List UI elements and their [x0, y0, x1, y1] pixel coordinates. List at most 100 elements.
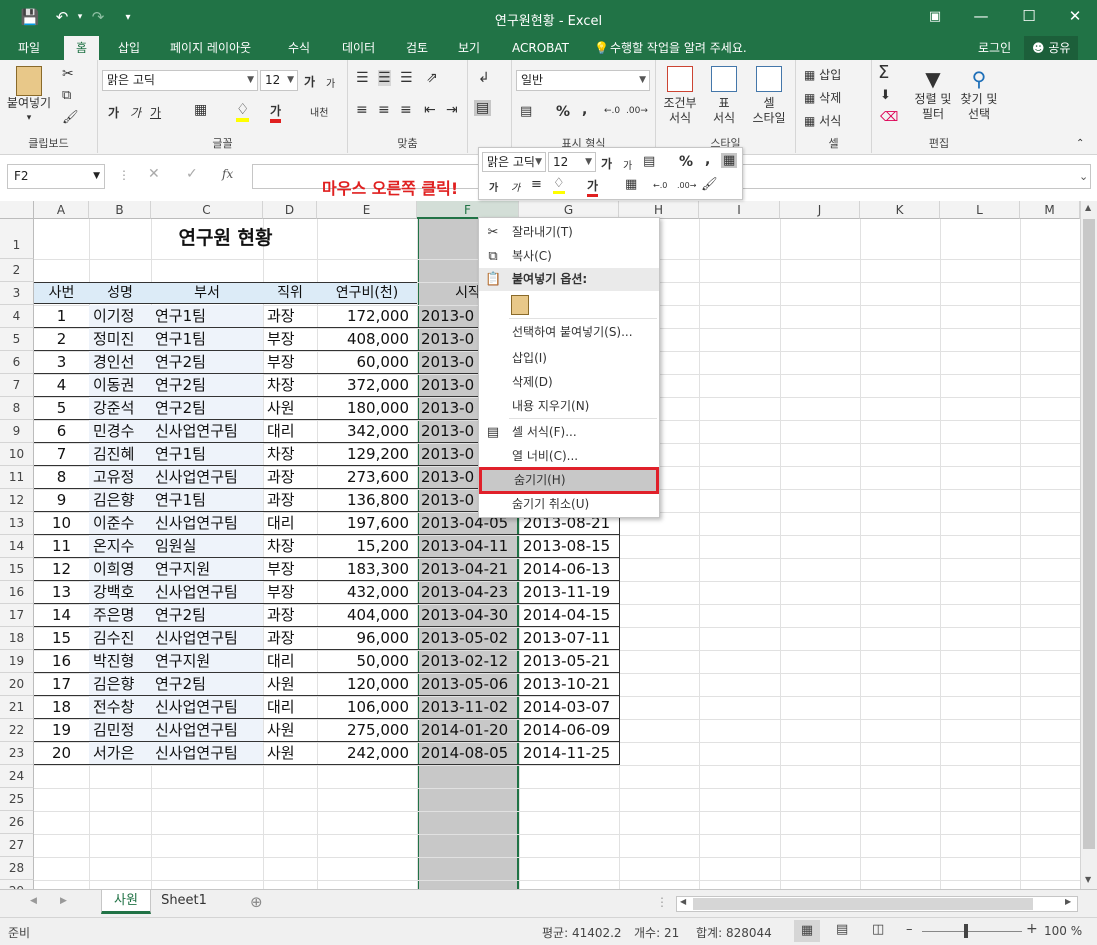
column-header-k[interactable]: K — [860, 201, 940, 219]
cell-end[interactable]: 2013-08-15 — [519, 535, 619, 557]
cell-pos[interactable]: 과장 — [263, 627, 317, 649]
row-header[interactable]: 10 — [0, 443, 34, 466]
cell-dept[interactable]: 연구1팀 — [151, 489, 263, 511]
ctx-cut[interactable]: ✂ 잘라내기(T) — [479, 221, 659, 244]
tab-data[interactable]: 데이터 — [342, 39, 375, 60]
cell-pos[interactable]: 과장 — [263, 489, 317, 511]
header-name[interactable]: 성명 — [89, 282, 151, 304]
tab-formulas[interactable]: 수식 — [288, 39, 310, 60]
header-position[interactable]: 직위 — [263, 282, 317, 304]
align-center-icon[interactable]: ≡ — [378, 102, 390, 118]
ctx-column-width[interactable]: 열 너비(C)... — [479, 445, 659, 468]
cell-pos[interactable]: 부장 — [263, 558, 317, 580]
copy-icon[interactable]: ⧉ — [62, 88, 71, 103]
cancel-entry-icon[interactable]: ✕ — [148, 166, 160, 182]
cell-start[interactable]: 2013-04-23 — [417, 581, 519, 603]
cell-end[interactable]: 2014-03-07 — [519, 696, 619, 718]
confirm-entry-icon[interactable]: ✓ — [186, 166, 198, 182]
cell-pos[interactable]: 사원 — [263, 742, 317, 764]
add-sheet-icon[interactable]: ⊕ — [250, 893, 263, 911]
row-header[interactable]: 6 — [0, 351, 34, 374]
clear-icon[interactable]: ⌫ — [880, 110, 898, 125]
cell-no[interactable]: 16 — [34, 650, 89, 672]
ctx-paste-special[interactable]: 선택하여 붙여넣기(S)... — [479, 321, 659, 344]
cell-name[interactable]: 강준석 — [89, 397, 151, 419]
row-header[interactable]: 12 — [0, 489, 34, 512]
cell-name[interactable]: 고유정 — [89, 466, 151, 488]
cell-name[interactable]: 김수진 — [89, 627, 151, 649]
tab-file[interactable]: 파일 — [18, 39, 40, 60]
cell-dept[interactable]: 연구지원 — [151, 650, 263, 672]
scroll-right-icon[interactable]: ▶ — [1065, 897, 1071, 906]
expand-formula-icon[interactable]: ⌄ — [1079, 170, 1088, 183]
cell-pos[interactable]: 대리 — [263, 420, 317, 442]
tab-view[interactable]: 보기 — [458, 39, 480, 60]
ribbon-display-options-icon[interactable]: ▣ — [912, 0, 958, 32]
align-middle-icon[interactable]: ☰ — [378, 70, 391, 86]
row-header[interactable]: 24 — [0, 765, 34, 788]
cell-no[interactable]: 9 — [34, 489, 89, 511]
merge-center-icon[interactable]: ▤ — [474, 100, 492, 116]
cell-fund[interactable]: 60,000 — [317, 351, 417, 373]
cell-fund[interactable]: 106,000 — [317, 696, 417, 718]
mini-bold-button[interactable]: 가 — [489, 179, 498, 194]
mini-format-table-icon[interactable]: ▦ — [721, 153, 738, 168]
vertical-scrollbar[interactable]: ▲ ▼ — [1080, 201, 1097, 889]
cell-no[interactable]: 10 — [34, 512, 89, 534]
row-header[interactable]: 26 — [0, 811, 34, 834]
row-header[interactable]: 11 — [0, 466, 34, 489]
zoom-level[interactable]: 100 % — [1044, 924, 1082, 938]
cell-name[interactable]: 경인선 — [89, 351, 151, 373]
row-header[interactable]: 1 — [0, 219, 34, 259]
scroll-left-icon[interactable]: ◀ — [680, 897, 686, 906]
cell-dept[interactable]: 신사업연구팀 — [151, 420, 263, 442]
mini-font-color-button[interactable]: 가 — [587, 177, 599, 197]
cell-start[interactable]: 2013-05-06 — [417, 673, 519, 695]
mini-font-name-combo[interactable]: 맑은 고딕 ▼ — [482, 152, 546, 172]
row-header[interactable]: 23 — [0, 742, 34, 765]
cell-name[interactable]: 김은향 — [89, 489, 151, 511]
row-header[interactable]: 2 — [0, 259, 34, 282]
increase-indent-icon[interactable]: ⇥ — [446, 102, 458, 118]
fill-color-icon[interactable]: ♢ — [236, 100, 250, 122]
cell-dept[interactable]: 연구2팀 — [151, 673, 263, 695]
cell-dept[interactable]: 신사업연구팀 — [151, 581, 263, 603]
ctx-delete[interactable]: 삭제(D) — [479, 371, 659, 394]
underline-button[interactable]: 가 — [150, 104, 161, 121]
mini-percent-button[interactable]: % — [679, 154, 693, 170]
cell-no[interactable]: 20 — [34, 742, 89, 764]
column-header-c[interactable]: C — [151, 201, 263, 219]
cell-name[interactable]: 김민정 — [89, 719, 151, 741]
paste-button[interactable]: 붙여넣기 ▾ — [6, 66, 52, 126]
header-dept[interactable]: 부서 — [151, 282, 263, 304]
ctx-format-cells[interactable]: ▤ 셀 서식(F)... — [479, 421, 659, 444]
mini-borders-icon[interactable]: ▦ — [625, 177, 637, 192]
cell-no[interactable]: 3 — [34, 351, 89, 373]
conditional-format-button[interactable]: 조건부 서식 — [658, 66, 702, 126]
cell-no[interactable]: 19 — [34, 719, 89, 741]
row-header[interactable]: 3 — [0, 282, 34, 305]
cell-dept[interactable]: 연구1팀 — [151, 443, 263, 465]
cell-fund[interactable]: 172,000 — [317, 305, 417, 327]
cell-dept[interactable]: 연구1팀 — [151, 305, 263, 327]
cell-name[interactable]: 서가은 — [89, 742, 151, 764]
orientation-icon[interactable]: ⇗ — [426, 70, 438, 86]
row-header[interactable]: 13 — [0, 512, 34, 535]
row-header[interactable]: 21 — [0, 696, 34, 719]
cell-no[interactable]: 15 — [34, 627, 89, 649]
cell-dept[interactable]: 연구1팀 — [151, 328, 263, 350]
tab-insert[interactable]: 삽입 — [118, 39, 140, 60]
cell-dept[interactable]: 신사업연구팀 — [151, 719, 263, 741]
sheet-tab-sheet1[interactable]: Sheet1 — [152, 890, 216, 914]
cell-end[interactable]: 2013-07-11 — [519, 627, 619, 649]
collapse-ribbon-icon[interactable]: ⌃ — [1076, 138, 1084, 149]
row-header[interactable]: 14 — [0, 535, 34, 558]
decrease-indent-icon[interactable]: ⇤ — [424, 102, 436, 118]
row-header[interactable]: 17 — [0, 604, 34, 627]
cell-pos[interactable]: 사원 — [263, 673, 317, 695]
cell-name[interactable]: 전수창 — [89, 696, 151, 718]
cell-pos[interactable]: 사원 — [263, 397, 317, 419]
column-header-b[interactable]: B — [89, 201, 151, 219]
cell-fund[interactable]: 342,000 — [317, 420, 417, 442]
cell-fund[interactable]: 180,000 — [317, 397, 417, 419]
